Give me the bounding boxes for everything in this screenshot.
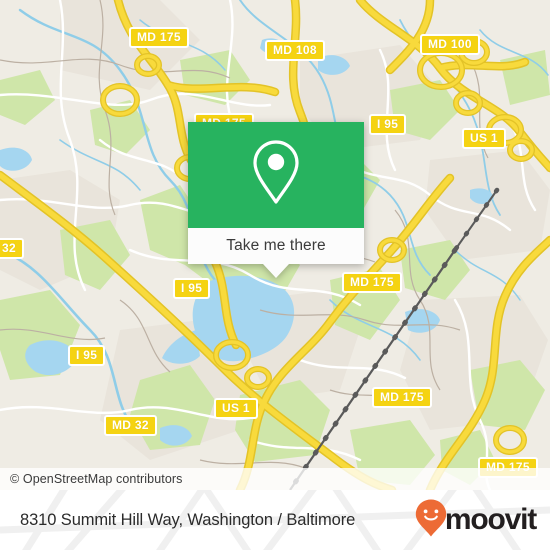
footer-content: 8310 Summit Hill Way, Washington / Balti… <box>0 490 550 550</box>
shield-md-100: MD 100 <box>420 34 480 55</box>
moovit-logo[interactable]: moovit <box>415 499 537 542</box>
map-screenshot-root: MD 175 MD 108 MD 100 MD 175 I 95 US 1 32… <box>0 0 550 550</box>
shield-i-95-sw: I 95 <box>68 345 106 366</box>
popup-tail <box>263 264 289 278</box>
shield-md-32-s: MD 32 <box>104 415 157 436</box>
shield-md-175-nw: MD 175 <box>129 27 189 48</box>
moovit-pin-smile-icon <box>415 499 447 542</box>
shield-md-108: MD 108 <box>265 40 325 61</box>
shield-us-1-s: US 1 <box>214 398 258 419</box>
osm-attribution[interactable]: © OpenStreetMap contributors <box>0 468 550 490</box>
footer-bar: 8310 Summit Hill Way, Washington / Balti… <box>0 490 550 550</box>
popup-pin-panel <box>188 122 364 228</box>
shield-i-95-mid: I 95 <box>173 278 211 299</box>
address-label: 8310 Summit Hill Way, Washington / Balti… <box>20 510 356 529</box>
shield-md-175-se: MD 175 <box>372 387 432 408</box>
shield-i-95-ne: I 95 <box>369 114 407 135</box>
map-pin-icon <box>248 138 304 213</box>
take-me-there-button[interactable]: Take me there <box>188 228 364 264</box>
shield-us-1-ne: US 1 <box>462 128 506 149</box>
take-me-there-label: Take me there <box>226 237 326 254</box>
shield-md-32-edge: 32 <box>0 238 24 259</box>
location-popup[interactable]: Take me there <box>188 122 364 278</box>
moovit-wordmark: moovit <box>444 503 537 536</box>
shield-md-175-e: MD 175 <box>342 272 402 293</box>
